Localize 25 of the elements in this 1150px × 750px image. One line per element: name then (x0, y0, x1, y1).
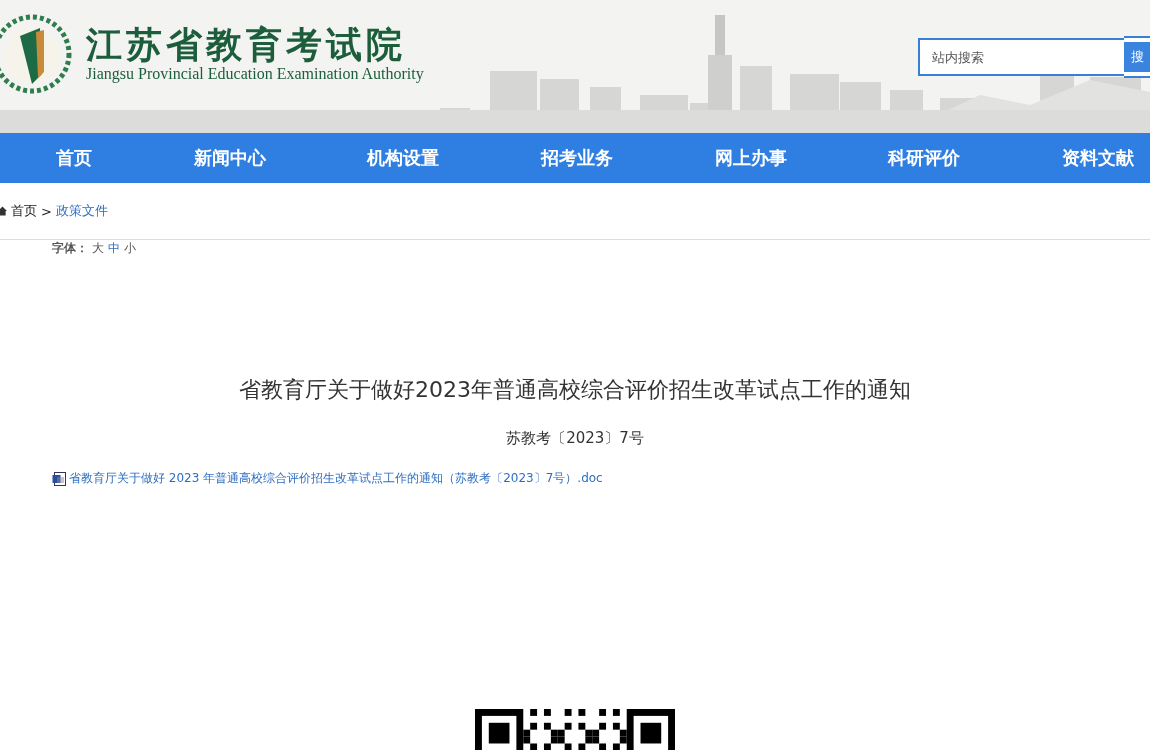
home-icon (0, 205, 7, 217)
nav-item[interactable]: 网上办事 (714, 146, 787, 170)
qr-code-icon (475, 709, 675, 750)
font-size-option[interactable]: 小 (124, 240, 136, 257)
article-title: 省教育厅关于做好2023年普通高校综合评价招生改革试点工作的通知 (238, 376, 912, 404)
search-field[interactable]: 站内搜索 (918, 38, 1124, 76)
font-size-label: 字体： (52, 240, 88, 257)
emblem-logo-icon (0, 14, 72, 94)
nav-item[interactable]: 招考业务 (540, 146, 613, 170)
attachment-link[interactable]: 省教育厅关于做好 2023 年普通高校综合评价招生改革试点工作的通知（苏教考〔2023〕7号）.doc (69, 470, 603, 487)
nav-item[interactable]: 新闻中心 (193, 146, 266, 170)
breadcrumb-separator: > (41, 203, 52, 219)
search-button[interactable]: 搜 (1124, 38, 1150, 76)
breadcrumb-link[interactable]: 政策文件 (55, 202, 108, 220)
nav-item[interactable]: 机构设置 (367, 146, 440, 170)
site-title: 江苏省教育考试院 (86, 25, 407, 65)
site-subtitle: Jiangsu Provincial Education Examination Authority (86, 64, 424, 83)
font-size-option[interactable]: 大 (92, 240, 104, 257)
document-icon (52, 471, 66, 486)
breadcrumb-link[interactable]: 首页 (11, 202, 37, 220)
document-number: 苏教考〔2023〕7号 (505, 429, 645, 448)
nav-item[interactable]: 资料文献 (1061, 146, 1134, 170)
font-size-option[interactable]: 中 (108, 240, 120, 257)
nav-item[interactable]: 首页 (56, 146, 92, 170)
nav-item[interactable]: 科研评价 (888, 146, 961, 170)
